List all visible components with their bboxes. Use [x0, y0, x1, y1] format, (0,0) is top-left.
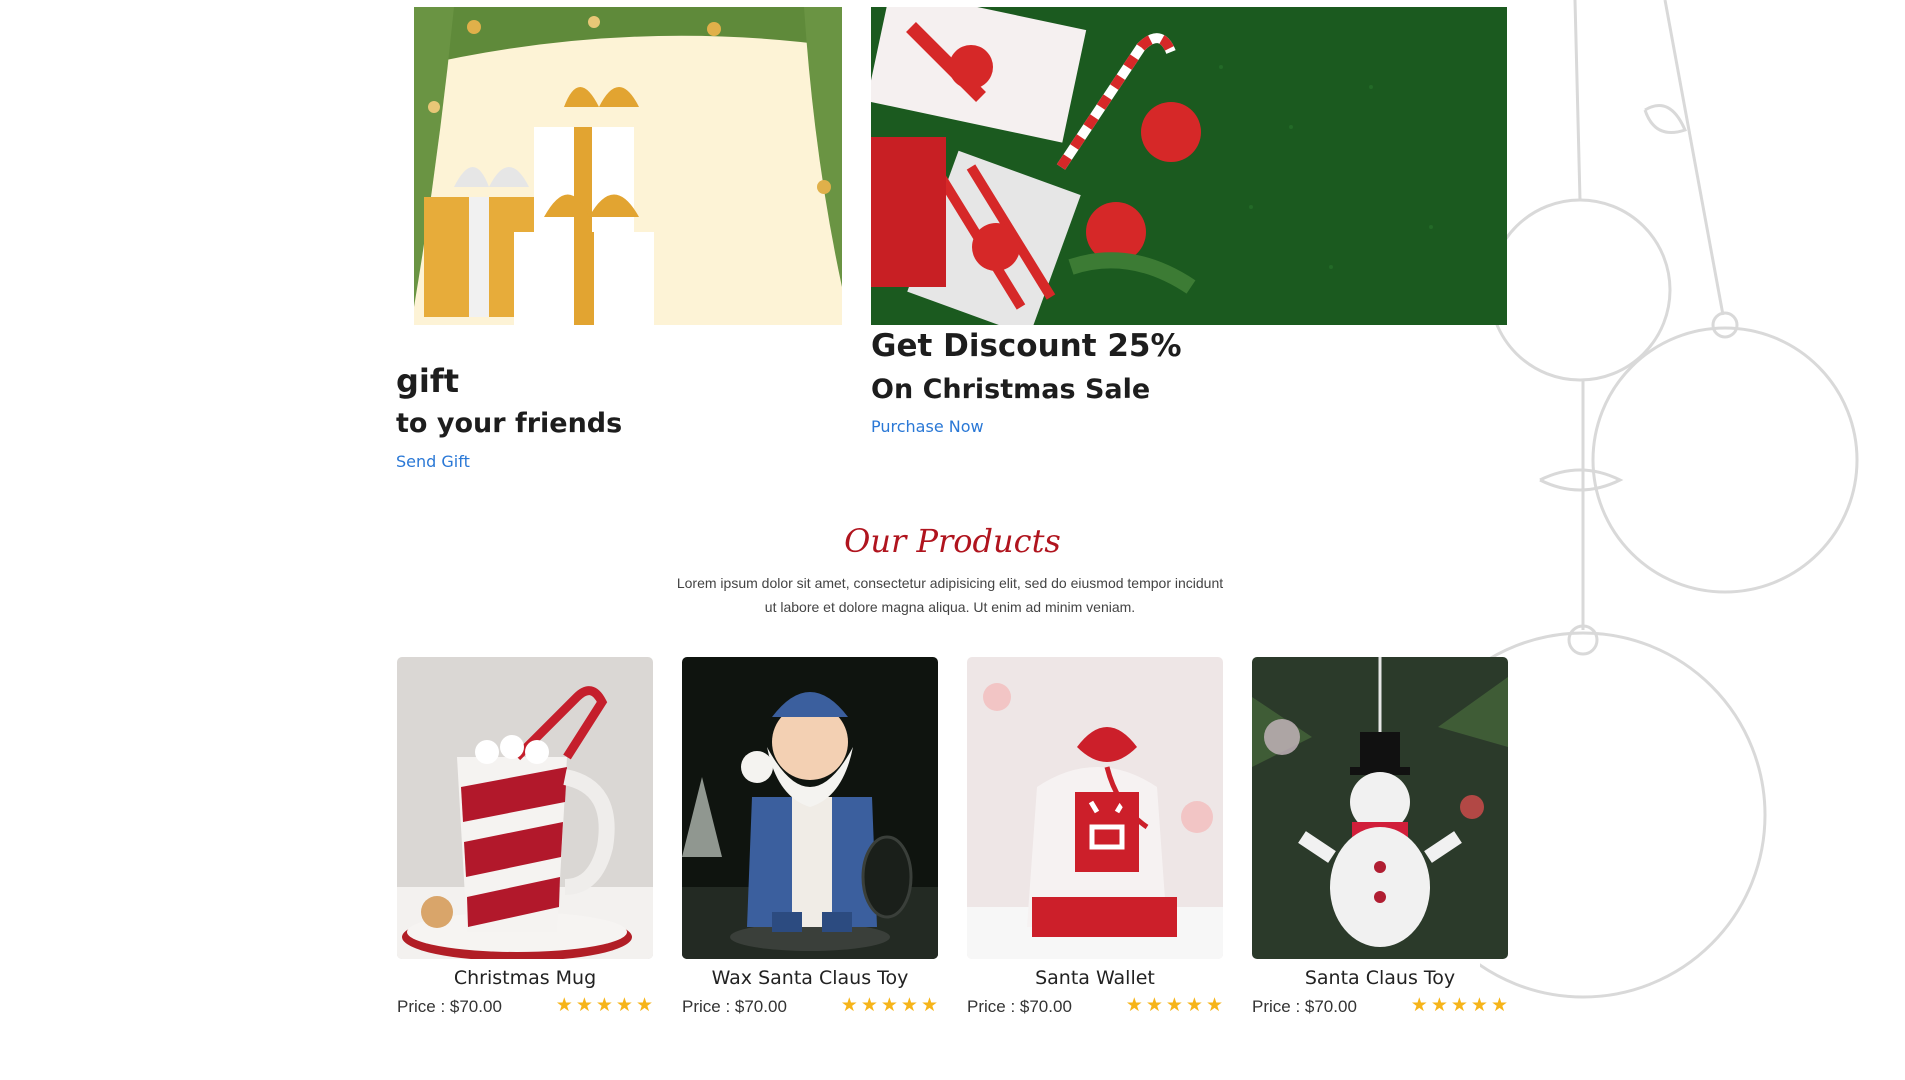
star-icon: ★ [1450, 994, 1468, 1016]
product-image-christmas-mug[interactable] [397, 657, 653, 959]
product-card[interactable]: Christmas Mug Price : $70.00 ★ ★ ★ ★ ★ [397, 657, 653, 1023]
product-price: Price : $70.00 [682, 997, 787, 1016]
gift-promo-title: gift [396, 362, 460, 400]
product-image-wax-santa-claus-toy[interactable] [682, 657, 938, 959]
product-card[interactable]: Santa Wallet Price : $70.00 ★ ★ ★ ★ ★ [967, 657, 1223, 1023]
rating-stars: ★ ★ ★ ★ ★ [1411, 995, 1508, 1015]
product-price: Price : $70.00 [1252, 997, 1357, 1016]
star-icon: ★ [1410, 994, 1428, 1016]
purchase-now-link[interactable]: Purchase Now [871, 417, 984, 436]
star-icon: ★ [840, 994, 858, 1016]
star-icon: ★ [635, 994, 653, 1016]
star-icon: ★ [1145, 994, 1163, 1016]
product-price: Price : $70.00 [967, 997, 1072, 1016]
discount-promo-subtitle: On Christmas Sale [871, 374, 1151, 405]
gift-promo-image[interactable] [414, 7, 842, 325]
star-icon: ★ [1165, 994, 1183, 1016]
discount-promo-title: Get Discount 25% [871, 328, 1182, 364]
star-icon: ★ [1470, 994, 1488, 1016]
star-icon: ★ [575, 994, 593, 1016]
star-icon: ★ [860, 994, 878, 1016]
star-icon: ★ [555, 994, 573, 1016]
rating-stars: ★ ★ ★ ★ ★ [556, 995, 653, 1015]
star-icon: ★ [900, 994, 918, 1016]
star-icon: ★ [1205, 994, 1223, 1016]
products-section-description: Lorem ipsum dolor sit amet, consectetur … [676, 575, 1224, 615]
product-name[interactable]: Santa Claus Toy [1252, 967, 1508, 989]
star-icon: ★ [880, 994, 898, 1016]
product-card[interactable]: Santa Claus Toy Price : $70.00 ★ ★ ★ ★ ★ [1252, 657, 1508, 1023]
product-name[interactable]: Christmas Mug [397, 967, 653, 989]
star-icon: ★ [920, 994, 938, 1016]
star-icon: ★ [1430, 994, 1448, 1016]
star-icon: ★ [1125, 994, 1143, 1016]
gift-promo-subtitle: to your friends [396, 408, 623, 439]
star-icon: ★ [615, 994, 633, 1016]
product-name[interactable]: Wax Santa Claus Toy [682, 967, 938, 989]
rating-stars: ★ ★ ★ ★ ★ [841, 995, 938, 1015]
product-price: Price : $70.00 [397, 997, 502, 1016]
product-card[interactable]: Wax Santa Claus Toy Price : $70.00 ★ ★ ★ ★ ★ [682, 657, 938, 1023]
send-gift-link[interactable]: Send Gift [396, 452, 470, 471]
product-name[interactable]: Santa Wallet [967, 967, 1223, 989]
product-image-santa-claus-toy[interactable] [1252, 657, 1508, 959]
star-icon: ★ [595, 994, 613, 1016]
discount-promo-image[interactable] [871, 7, 1507, 325]
rating-stars: ★ ★ ★ ★ ★ [1126, 995, 1223, 1015]
products-section-title: Our Products [844, 522, 1061, 560]
star-icon: ★ [1185, 994, 1203, 1016]
star-icon: ★ [1490, 994, 1508, 1016]
product-image-santa-wallet[interactable] [967, 657, 1223, 959]
